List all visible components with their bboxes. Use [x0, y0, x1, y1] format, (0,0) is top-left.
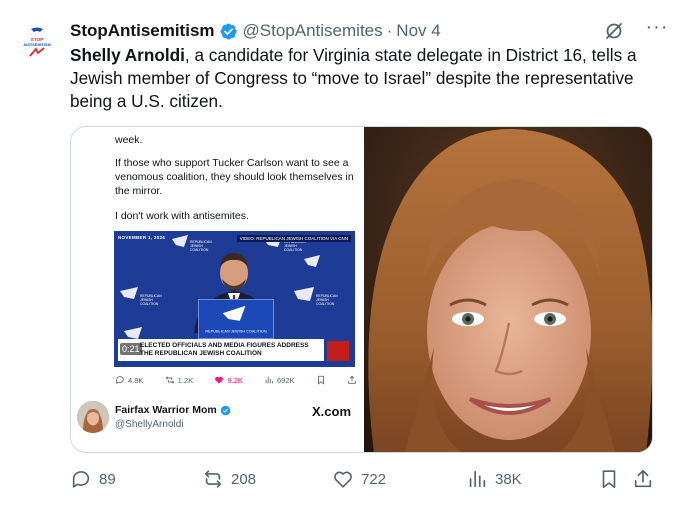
more-icon[interactable]: ··· — [645, 17, 669, 42]
video-timestamp: 0:21 — [120, 343, 142, 355]
embedded-like-stat: 9.2K — [214, 373, 243, 387]
reply-button[interactable]: 89 — [70, 466, 116, 492]
svg-text:COALITION: COALITION — [284, 248, 303, 252]
like-icon — [334, 471, 352, 488]
embedded-author-handle: @ShellyArnoldi — [115, 419, 184, 430]
verified-badge-icon[interactable] — [219, 22, 238, 41]
repost-count: 208 — [231, 470, 257, 488]
embedded-author-avatar — [77, 401, 109, 433]
grok-icon[interactable] — [603, 20, 625, 42]
like-icon — [215, 376, 224, 384]
tweet-header: StopAntisemitism @StopAntisemites · Nov … — [70, 17, 673, 42]
repost-icon — [204, 470, 222, 488]
repost-button[interactable]: 208 — [202, 466, 256, 492]
tweet-text: Shelly Arnoldi, a candidate for Virginia… — [70, 44, 670, 113]
embedded-post-screenshot[interactable]: week. If those who support Tucker Carlso… — [71, 127, 363, 452]
like-count: 722 — [361, 470, 387, 488]
bookmark-icon — [602, 470, 616, 489]
embedded-reply-stat: 4.8K — [115, 373, 143, 387]
svg-text:ANTISEMITISM: ANTISEMITISM — [23, 43, 50, 47]
mentioned-name: Shelly Arnoldi — [70, 45, 185, 65]
embedded-repost-stat: 1.2K — [165, 373, 193, 387]
bookmark-icon — [317, 375, 324, 385]
views-icon — [469, 470, 486, 488]
portrait-photo[interactable] — [364, 127, 652, 452]
svg-text:REPUBLICAN JEWISH COALITION: REPUBLICAN JEWISH COALITION — [205, 329, 266, 333]
action-bar: 89 208 722 38K — [70, 466, 660, 492]
repost-icon — [165, 376, 174, 384]
views-count: 38K — [495, 470, 522, 488]
svg-text:COALITION: COALITION — [140, 302, 159, 306]
media-grid[interactable]: week. If those who support Tucker Carlso… — [70, 126, 653, 453]
svg-text:STOP: STOP — [31, 37, 43, 42]
author-handle[interactable]: @StopAntisemites — [243, 21, 383, 41]
embedded-line-2: If those who support Tucker Carlson want… — [115, 157, 354, 197]
podium: REPUBLICAN JEWISH COALITION — [198, 299, 274, 339]
embedded-bookmark-stat — [316, 373, 326, 387]
bookmark-button[interactable] — [598, 466, 620, 492]
share-icon — [348, 375, 356, 384]
embedded-line-3: I don't work with antisemites. — [115, 210, 249, 222]
embedded-stats: 4.8K 1.2K 9.2K 692K — [115, 373, 357, 387]
author-name[interactable]: StopAntisemitism — [70, 21, 215, 41]
share-button[interactable] — [632, 466, 654, 492]
embedded-author-name: Fairfax Warrior Mom — [115, 404, 231, 416]
video-date-label: NOVEMBER 1, 2024 — [118, 235, 166, 240]
tweet-date[interactable]: Nov 4 — [396, 21, 440, 41]
embedded-video: REPUBLICAN JEWISH COALITION REPUBLICAN JEWI… — [114, 231, 355, 367]
share-icon — [634, 469, 652, 488]
reply-icon — [116, 376, 124, 385]
tweet[interactable]: STOP ANTISEMITISM StopAntisemitism @Stop… — [0, 0, 693, 505]
reply-count: 89 — [99, 470, 116, 488]
network-logo — [327, 341, 349, 361]
like-button[interactable]: 722 — [332, 466, 386, 492]
video-caption: ELECTED OFFICIALS AND MEDIA FIGURES ADDR… — [118, 339, 324, 361]
embedded-share-stat — [347, 373, 357, 387]
reply-icon — [72, 471, 90, 488]
source-label: X.com — [311, 404, 351, 419]
embedded-line-1: week. — [115, 134, 143, 146]
separator-dot: · — [386, 21, 393, 40]
embedded-views-stat: 692K — [264, 373, 295, 387]
views-icon — [265, 376, 273, 384]
views-button[interactable]: 38K — [466, 466, 522, 492]
embedded-author-card: Fairfax Warrior Mom @ShellyArnoldi X.com — [77, 399, 357, 437]
author-avatar[interactable]: STOP ANTISEMITISM — [16, 20, 58, 62]
verified-badge-icon — [220, 405, 230, 415]
svg-text:COALITION: COALITION — [316, 302, 335, 306]
